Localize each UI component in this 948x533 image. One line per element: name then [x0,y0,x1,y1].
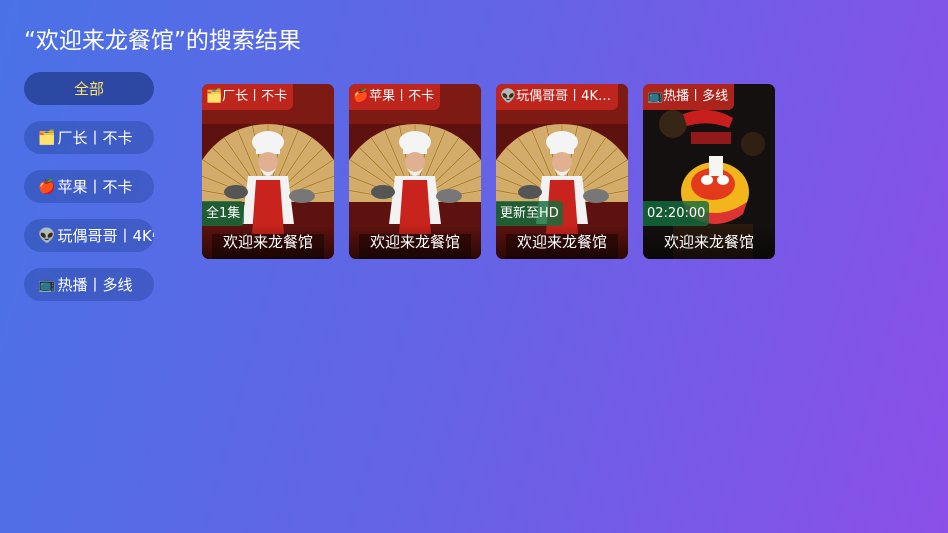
card-title: 欢迎来龙餐馆 [202,225,334,259]
results-grid: 🗂️厂长丨不卡 全1集 欢迎来龙餐馆 🍎苹果丨不卡 欢迎来龙餐馆 👽玩偶哥哥丨4… [202,84,775,259]
source-sidebar: 全部 🗂️ 厂长丨不卡 🍎 苹果丨不卡 👽 玩偶哥哥丨4K弹幕 📺 热播丨多线 [24,72,154,317]
source-item-rebo[interactable]: 📺 热播丨多线 [24,268,154,301]
source-tag: 👽玩偶哥哥丨4K弹幕 [496,84,618,110]
source-tag: 🗂️厂长丨不卡 [202,84,294,110]
result-card[interactable]: 📺热播丨多线 02:20:00 欢迎来龙餐馆 [643,84,775,259]
card-title: 欢迎来龙餐馆 [496,225,628,259]
source-item-changzhang[interactable]: 🗂️ 厂长丨不卡 [24,121,154,154]
source-item-all[interactable]: 全部 [24,72,154,105]
source-item-label: 苹果丨不卡 [57,178,133,196]
card-title: 欢迎来龙餐馆 [643,225,775,259]
source-item-label: 全部 [73,80,104,98]
remark-badge: 02:20:00 [643,201,710,226]
tv-icon: 📺 [38,276,56,293]
remark-badge: 更新至HD [496,201,563,226]
source-tag: 🍎苹果丨不卡 [349,84,441,110]
folder-icon: 🗂️ [38,129,56,146]
result-card[interactable]: 🍎苹果丨不卡 欢迎来龙餐馆 [349,84,481,259]
page-title: “欢迎来龙餐馆”的搜索结果 [24,28,301,54]
source-tag: 📺热播丨多线 [643,84,735,110]
result-card[interactable]: 👽玩偶哥哥丨4K弹幕 更新至HD 欢迎来龙餐馆 [496,84,628,259]
card-title: 欢迎来龙餐馆 [349,225,481,259]
remark-badge: 全1集 [202,201,245,226]
apple-icon: 🍎 [38,178,56,195]
source-item-wanougege[interactable]: 👽 玩偶哥哥丨4K弹幕 [24,219,154,252]
alien-icon: 👽 [38,227,56,244]
result-card[interactable]: 🗂️厂长丨不卡 全1集 欢迎来龙餐馆 [202,84,334,259]
source-item-label: 厂长丨不卡 [57,129,133,147]
source-item-pingguo[interactable]: 🍎 苹果丨不卡 [24,170,154,203]
source-item-label: 玩偶哥哥丨4K弹幕 [57,227,154,245]
source-item-label: 热播丨多线 [57,276,133,294]
